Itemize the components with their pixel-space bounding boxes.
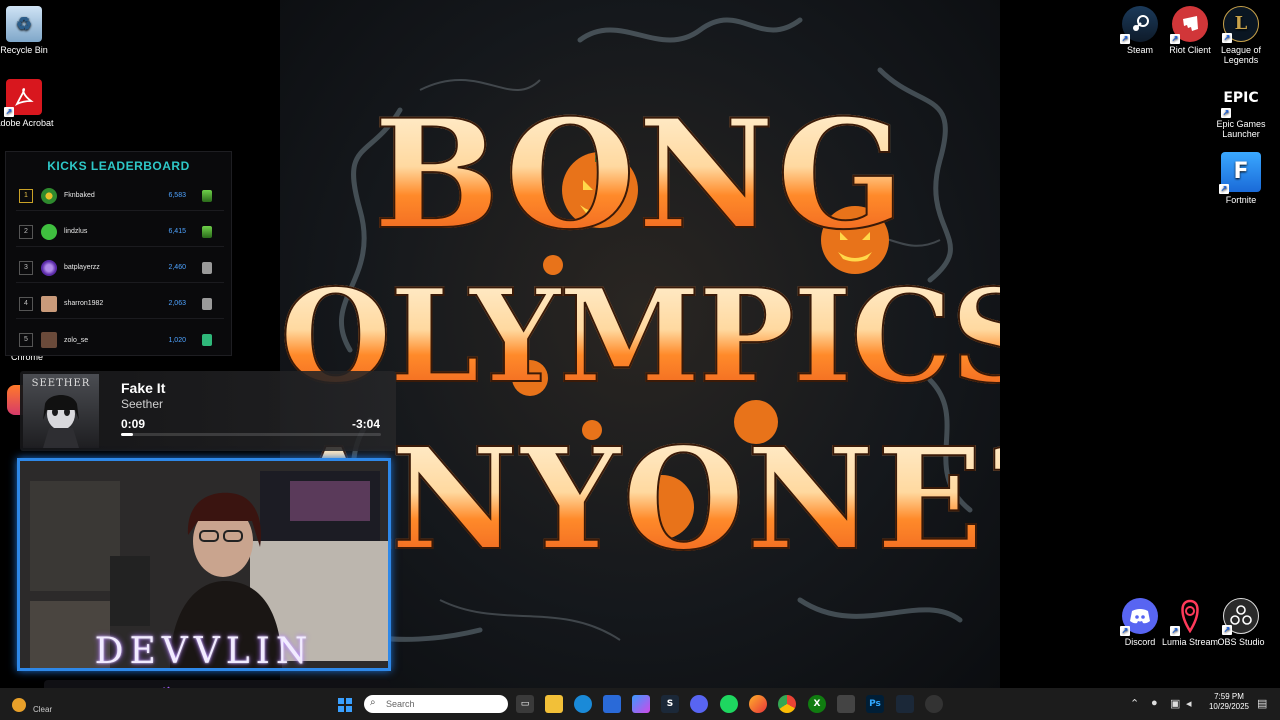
leaderboard-name: Fknbaked bbox=[64, 192, 95, 199]
epic-games-label: Epic Games Launcher bbox=[1216, 119, 1266, 139]
discord-icon: ↗ bbox=[1120, 598, 1158, 636]
leaderboard-value: 1,020 bbox=[168, 336, 186, 344]
epic-logo-text: EPIC bbox=[1223, 90, 1259, 106]
adobe-acrobat-label: Adobe Acrobat bbox=[0, 118, 54, 128]
tier-badge-icon bbox=[202, 334, 212, 346]
riot-fist-icon: ↗ bbox=[1170, 6, 1208, 44]
leaderboard-row: 5 zolo_se 1,020 bbox=[16, 325, 224, 355]
file-explorer-icon[interactable] bbox=[545, 695, 563, 713]
fortnite-icon: F ↗ bbox=[1219, 152, 1261, 194]
leaderboard-value: 2,063 bbox=[168, 300, 186, 307]
tier-badge-icon bbox=[202, 297, 212, 310]
obs-icon: ↗ bbox=[1222, 598, 1259, 635]
leaderboard-row: 3 batplayerzz 2,460 bbox=[16, 253, 224, 283]
avatar bbox=[41, 259, 57, 276]
chevron-up-icon[interactable]: ⌃ bbox=[1130, 697, 1139, 710]
leaderboard-value: 6,583 bbox=[168, 192, 186, 199]
now-playing-widget: SEETHER Fake It Seether 0:09 -3:04 bbox=[20, 371, 396, 451]
desktop: BONG OLYMPICS ANYONE? ♻ Recycle Bin ↗ Ad… bbox=[0, 0, 1280, 720]
clock-date: 10/29/2025 bbox=[1208, 702, 1250, 711]
leaderboard-title: KICKS LEADERBOARD bbox=[47, 159, 190, 173]
recycle-bin-label: Recycle Bin bbox=[0, 45, 48, 55]
taskbar-clock[interactable]: 7:59 PM 10/29/2025 bbox=[1206, 692, 1252, 712]
rank-badge: 4 bbox=[19, 296, 33, 311]
album-art: SEETHER bbox=[23, 374, 99, 448]
chrome-icon[interactable] bbox=[778, 695, 796, 713]
league-of-legends-shortcut[interactable]: L ↗ League of Legends bbox=[1211, 6, 1271, 65]
rank-badge: 5 bbox=[19, 333, 33, 347]
streamer-name: DEVVLIN bbox=[94, 631, 314, 671]
steam-icon: ↗ bbox=[1120, 6, 1158, 44]
avatar bbox=[41, 187, 57, 204]
song-title: Fake It bbox=[121, 380, 166, 396]
leaderboard-name: zolo_se bbox=[64, 336, 89, 344]
obs-studio-label: OBS Studio bbox=[1217, 637, 1265, 647]
taskbar-search[interactable]: Search bbox=[364, 695, 508, 713]
volume-icon[interactable]: ◂ bbox=[1186, 697, 1192, 710]
leaf-badge-icon bbox=[202, 189, 212, 202]
weather-widget-label[interactable]: Clear bbox=[33, 705, 52, 714]
recycle-bin-shortcut[interactable]: ♻ Recycle Bin bbox=[0, 6, 54, 55]
kicks-leaderboard: KICKS LEADERBOARD 1 Fknbaked 6,583 2 lin… bbox=[5, 151, 232, 356]
steam-taskbar-icon-2[interactable] bbox=[896, 695, 914, 713]
adobe-acrobat-icon: ↗ bbox=[4, 79, 42, 117]
fortnite-shortcut[interactable]: F ↗ Fortnite bbox=[1211, 152, 1271, 205]
microsoft-store-icon[interactable] bbox=[603, 695, 621, 713]
epic-games-icon: EPIC ↗ bbox=[1221, 90, 1259, 118]
rank-badge: 3 bbox=[19, 260, 33, 275]
leaderboard-value: 6,415 bbox=[168, 228, 186, 235]
webcam-overlay: DEVVLIN bbox=[17, 458, 391, 671]
league-icon: L ↗ bbox=[1222, 6, 1259, 43]
rank-badge: 2 bbox=[19, 224, 33, 239]
photoshop-icon[interactable]: Ps bbox=[866, 695, 884, 713]
edge-icon[interactable] bbox=[574, 695, 592, 713]
leaderboard-row: 4 sharron1982 2,063 bbox=[16, 289, 224, 319]
remaining-time: -3:04 bbox=[351, 417, 380, 431]
copilot-icon[interactable] bbox=[632, 695, 650, 713]
leaderboard-name: lindzlus bbox=[64, 228, 88, 235]
avatar bbox=[41, 223, 57, 240]
rank-badge: 1 bbox=[19, 188, 33, 203]
lumia-stream-icon: ↗ bbox=[1170, 598, 1208, 636]
app-icon[interactable] bbox=[837, 695, 855, 713]
song-artist: Seether bbox=[121, 397, 164, 411]
notification-bell-icon[interactable]: ▤ bbox=[1257, 697, 1267, 710]
tier-badge-icon bbox=[202, 261, 212, 274]
recycle-bin-icon: ♻ bbox=[6, 6, 42, 42]
steam-taskbar-icon[interactable]: S bbox=[661, 695, 679, 713]
firefox-icon[interactable] bbox=[749, 695, 767, 713]
leaderboard-row: 1 Fknbaked 6,583 bbox=[16, 181, 224, 211]
fortnite-logo-text: F bbox=[1233, 159, 1249, 184]
adobe-acrobat-shortcut[interactable]: ↗ Adobe Acrobat bbox=[0, 79, 54, 128]
start-button[interactable] bbox=[338, 697, 352, 712]
song-progress-bar bbox=[121, 433, 381, 436]
epic-games-launcher-shortcut[interactable]: EPIC ↗ Epic Games Launcher bbox=[1211, 80, 1271, 139]
search-icon: ⌕ bbox=[370, 697, 376, 708]
fortnite-label: Fortnite bbox=[1225, 195, 1257, 205]
league-label: League of Legends bbox=[1220, 45, 1262, 65]
network-icon[interactable]: ▣ bbox=[1170, 697, 1180, 710]
discord-taskbar-icon[interactable] bbox=[690, 695, 708, 713]
elapsed-time: 0:09 bbox=[121, 417, 146, 431]
wallpaper-title-line-1: BONG bbox=[280, 89, 1000, 261]
obs-taskbar-icon[interactable] bbox=[925, 695, 943, 713]
avatar bbox=[41, 332, 57, 348]
spotify-icon[interactable] bbox=[720, 695, 738, 713]
leaderboard-value: 2,460 bbox=[168, 264, 186, 271]
leaf-badge-icon bbox=[202, 225, 212, 238]
song-progress-fill bbox=[121, 433, 134, 436]
leaderboard-row: 2 lindzlus 6,415 bbox=[16, 217, 224, 247]
microphone-icon[interactable]: ● bbox=[1151, 697, 1158, 709]
weather-widget-icon[interactable] bbox=[12, 698, 26, 712]
leaderboard-name: batplayerzz bbox=[64, 264, 100, 271]
xbox-icon[interactable]: X bbox=[808, 695, 826, 713]
avatar bbox=[41, 295, 57, 312]
obs-studio-shortcut[interactable]: ↗ OBS Studio bbox=[1211, 598, 1271, 647]
leaderboard-name: sharron1982 bbox=[64, 300, 104, 307]
clock-time: 7:59 PM bbox=[1214, 692, 1244, 701]
task-view-icon[interactable]: ▭ bbox=[516, 695, 534, 713]
